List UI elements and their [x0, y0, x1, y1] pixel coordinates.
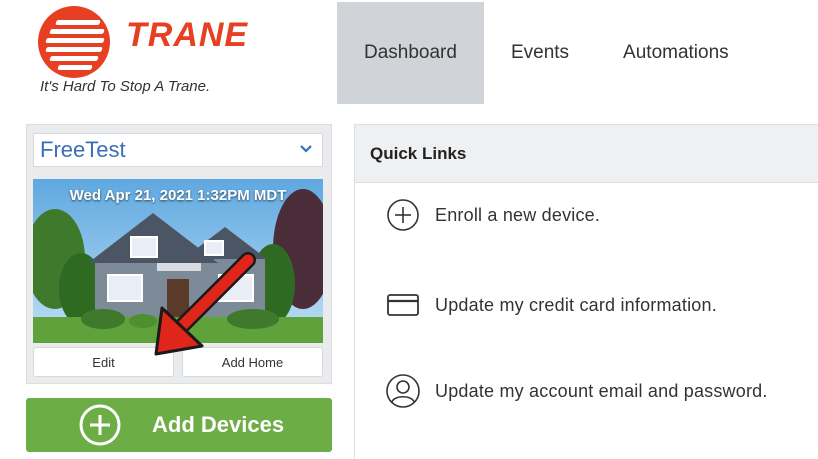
quick-link-label: Enroll a new device. — [435, 204, 601, 225]
quick-link-label: Update my credit card information. — [435, 294, 717, 315]
home-select-value: FreeTest — [40, 137, 126, 162]
quick-link-update-credit-card[interactable]: Update my credit card information. — [385, 287, 717, 323]
trane-logo-icon — [38, 6, 110, 78]
quick-link-enroll-device[interactable]: Enroll a new device. — [385, 197, 600, 233]
add-home-button[interactable]: Add Home — [182, 347, 323, 377]
plus-circle-icon — [79, 404, 121, 446]
main-nav: Dashboard Events Automations — [337, 2, 756, 104]
quick-link-label: Update my account email and password. — [435, 380, 768, 401]
brand-name: TRANE — [126, 16, 249, 54]
add-devices-label: Add Devices — [152, 412, 285, 437]
home-datetime: Wed Apr 21, 2021 1:32PM MDT — [69, 187, 287, 204]
user-circle-icon — [385, 373, 421, 409]
edit-button[interactable]: Edit — [33, 347, 174, 377]
quick-links-title: Quick Links — [355, 125, 818, 183]
tab-events[interactable]: Events — [484, 2, 596, 104]
chevron-down-icon — [300, 145, 312, 153]
app-header: TRANE It's Hard To Stop A Trane. Dashboa… — [0, 0, 818, 104]
brand-tagline: It's Hard To Stop A Trane. — [40, 78, 211, 95]
tab-dashboard[interactable]: Dashboard — [337, 2, 484, 104]
quick-link-update-account[interactable]: Update my account email and password. — [385, 373, 768, 409]
home-actions: Edit Add Home — [33, 347, 323, 377]
home-select[interactable]: FreeTest — [33, 133, 323, 167]
quick-links-panel: Quick Links Enroll a new device. Update … — [354, 124, 818, 459]
trane-logo[interactable]: TRANE It's Hard To Stop A Trane. — [30, 4, 270, 100]
add-devices-button[interactable]: Add Devices — [26, 398, 332, 452]
home-panel: FreeTest Wed Apr 21, 2021 1:32PM MDT Edi… — [26, 124, 332, 384]
plus-circle-icon — [385, 197, 421, 233]
home-photo: Wed Apr 21, 2021 1:32PM MDT — [33, 179, 323, 343]
credit-card-icon — [385, 287, 421, 323]
tab-automations[interactable]: Automations — [596, 2, 756, 104]
